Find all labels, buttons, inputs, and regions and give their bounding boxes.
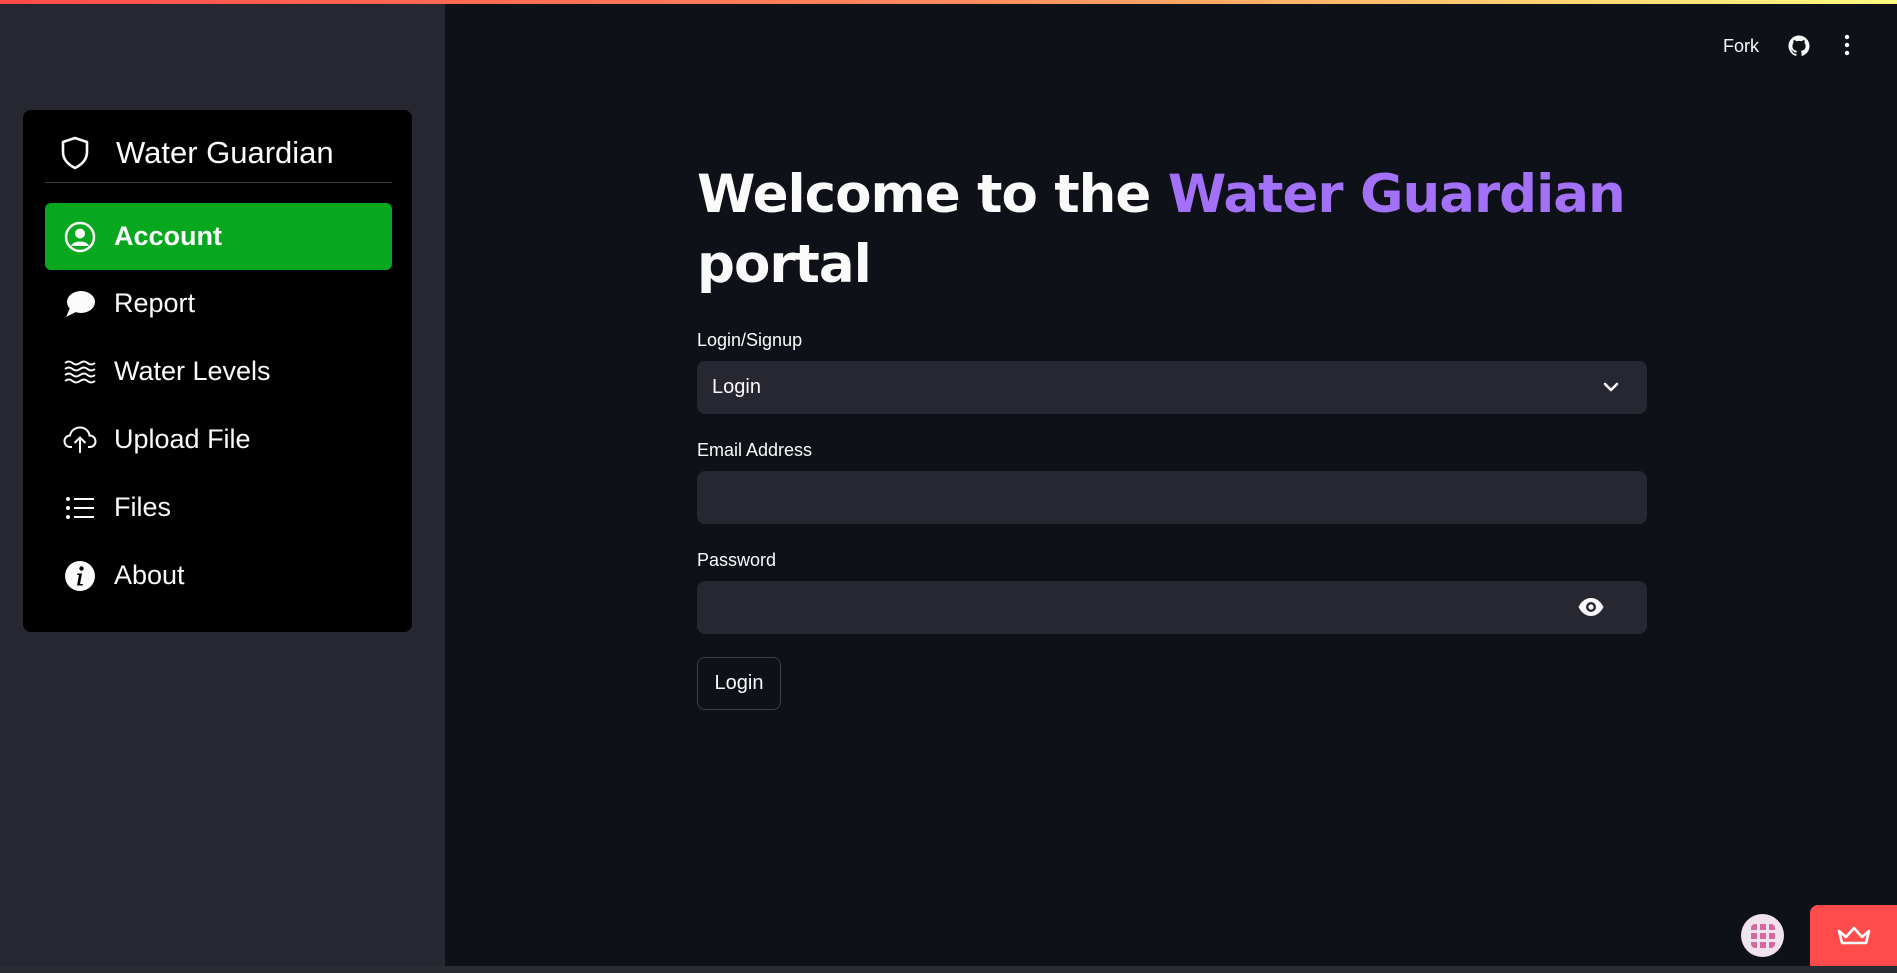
chevron-down-icon — [1603, 382, 1619, 392]
title-prefix: Welcome to the — [697, 164, 1168, 225]
top-decoration-line — [0, 0, 1897, 4]
login-button[interactable]: Login — [697, 657, 781, 710]
sidebar-item-label: Report — [114, 288, 196, 318]
fork-button[interactable]: Fork — [1723, 36, 1759, 57]
sidebar-item-account[interactable]: Account — [45, 203, 392, 270]
login-signup-group: Login/Signup Login — [697, 330, 1647, 414]
hosted-badge[interactable] — [1810, 905, 1897, 966]
shield-icon — [58, 136, 92, 170]
chat-bubble-icon — [62, 286, 98, 322]
list-icon — [62, 490, 98, 526]
sidebar-item-label: Upload File — [114, 424, 251, 454]
sidebar-item-label: About — [114, 560, 185, 590]
password-group: Password — [697, 550, 1647, 634]
sidebar-item-upload-file[interactable]: Upload File — [45, 406, 392, 473]
password-label: Password — [697, 550, 777, 570]
email-input-wrapper — [697, 471, 1647, 524]
login-signup-value: Login — [712, 376, 761, 398]
email-input[interactable] — [697, 471, 1647, 524]
login-signup-label: Login/Signup — [697, 330, 803, 350]
header-actions: Fork — [1723, 34, 1857, 58]
info-circle-icon — [62, 558, 98, 594]
sidebar: Water Guardian Account Report Water Leve… — [0, 0, 445, 966]
sidebar-item-water-levels[interactable]: Water Levels — [45, 338, 392, 405]
eye-icon[interactable] — [1577, 595, 1605, 619]
email-label: Email Address — [697, 440, 813, 460]
login-signup-select[interactable]: Login — [697, 361, 1647, 414]
sidebar-item-report[interactable]: Report — [45, 270, 392, 337]
password-input-wrapper — [697, 581, 1647, 634]
sidebar-item-files[interactable]: Files — [45, 474, 392, 541]
person-circle-icon — [62, 219, 98, 255]
water-waves-icon — [62, 354, 98, 390]
crown-icon — [1837, 926, 1870, 944]
page-title: Welcome to the Water Guardian portal — [697, 160, 1647, 300]
password-input[interactable] — [697, 581, 1647, 634]
app-avatar[interactable] — [1741, 914, 1784, 957]
option-menu: Water Guardian Account Report Water Leve… — [23, 110, 412, 632]
title-accent: Water Guardian — [1167, 164, 1626, 225]
bottom-edge — [0, 966, 1897, 973]
sidebar-item-label: Files — [114, 492, 172, 522]
menu-title: Water Guardian — [116, 135, 334, 170]
sidebar-item-label: Water Levels — [114, 356, 271, 386]
sidebar-item-about[interactable]: About — [45, 542, 392, 609]
sidebar-item-label: Account — [114, 221, 222, 251]
github-icon[interactable] — [1787, 34, 1811, 58]
title-suffix: portal — [697, 234, 872, 295]
main-content: Welcome to the Water Guardian portal Logi… — [697, 160, 1647, 710]
grid-logo-icon — [1750, 923, 1775, 948]
menu-header: Water Guardian — [45, 124, 392, 183]
email-group: Email Address — [697, 440, 1647, 524]
cloud-upload-icon — [62, 422, 98, 458]
main-menu-kebab-icon[interactable] — [1837, 34, 1857, 58]
